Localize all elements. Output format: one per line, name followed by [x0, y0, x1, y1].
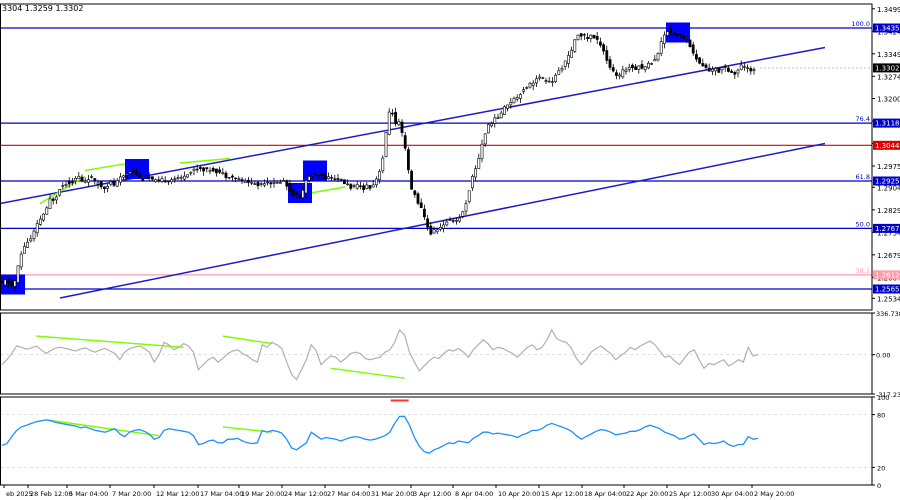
rsi-tick-label: 20 [877, 464, 885, 472]
candle [486, 122, 490, 134]
time-tick-label: eb 2025 [6, 490, 33, 498]
price-tick-label: 1.3274 [877, 73, 900, 81]
candle [128, 171, 132, 174]
level-tag-label: 1.3044 [875, 142, 900, 150]
fib-label: 38.2 [856, 267, 870, 275]
time-tick-label: 25 Apr 12:00 [669, 490, 711, 498]
fib-label: 76.4 [856, 115, 870, 123]
forex-chart: 100.076.461.850.038.2 1.34991.34241.3349… [0, 0, 900, 500]
time-tick-label: 12 Mar 12:00 [156, 490, 199, 498]
cci-tick-label: 0.00 [876, 352, 890, 360]
level-tag-label: 1.3435 [875, 25, 900, 33]
time-tick-label: 15 Apr 12:00 [541, 490, 583, 498]
price-tick-label: 1.3200 [877, 96, 900, 104]
candle [576, 34, 580, 41]
level-tag-label: 1.3118 [875, 120, 900, 128]
time-tick-label: 2 May 20:00 [754, 490, 794, 498]
fib-label: 61.8 [856, 173, 870, 181]
candle [688, 39, 692, 48]
time-tick-label: 31 Mar 20:00 [371, 490, 414, 498]
fib-label: 50.0 [856, 220, 870, 228]
candle [467, 190, 471, 204]
marker-high-late-mar [303, 160, 327, 181]
time-tick-label: 27 Mar 04:00 [327, 490, 370, 498]
price-tick-label: 1.3499 [877, 6, 900, 14]
price-tick-label: 1.3349 [877, 51, 900, 59]
marker-high-mar [125, 159, 149, 179]
level-tag-label: 1.2767 [875, 225, 900, 233]
fib-label: 100.0 [851, 20, 870, 28]
price-tick-label: 1.2679 [877, 252, 900, 260]
candle [698, 56, 702, 65]
time-tick-label: 22 Apr 20:00 [626, 490, 668, 498]
time-tick-label: 19 Mar 20:00 [241, 490, 284, 498]
time-tick-label: 5 Mar 04:00 [69, 490, 108, 498]
price-tick-label: 1.2534 [877, 295, 900, 303]
rsi-tick-label: 80 [877, 412, 885, 420]
candle [416, 191, 420, 206]
candle [410, 169, 414, 190]
candle [381, 155, 385, 174]
level-tag-label: 1.2612 [875, 271, 900, 279]
ohlc-header: 3304 1.3259 1.3302 [2, 4, 83, 13]
candle [342, 179, 346, 185]
time-tick-label: 3 Apr 12:00 [413, 490, 451, 498]
time-tick-label: 8 Apr 04:00 [455, 490, 493, 498]
price-tick-label: 1.2829 [877, 207, 900, 215]
time-tick-label: 18 Apr 04:00 [584, 490, 626, 498]
candle [387, 108, 391, 136]
candle [384, 131, 388, 158]
candle [406, 146, 410, 174]
cci-tick-label: 336.7385 [876, 310, 900, 318]
time-tick-label: 28 Feb 12:00 [30, 490, 73, 498]
time-tick-label: 17 Mar 04:00 [200, 490, 243, 498]
level-tag-label: 1.2565 [875, 286, 900, 294]
candle [502, 105, 506, 115]
time-tick-label: 7 Mar 20:00 [112, 490, 151, 498]
time-tick-label: 30 Apr 04:00 [711, 490, 753, 498]
candle [16, 265, 20, 285]
candle [573, 39, 577, 54]
rsi-tick-label: 100 [877, 394, 889, 402]
time-tick-label: 10 Apr 20:00 [498, 490, 540, 498]
current-price-tag-label: 1.3302 [875, 64, 900, 72]
level-tag-label: 1.2925 [875, 178, 900, 186]
price-tick-label: 1.2975 [877, 163, 900, 171]
rsi-tick-label: 0 [877, 482, 881, 490]
candle [717, 67, 721, 73]
time-tick-label: 24 Mar 12:00 [284, 490, 327, 498]
